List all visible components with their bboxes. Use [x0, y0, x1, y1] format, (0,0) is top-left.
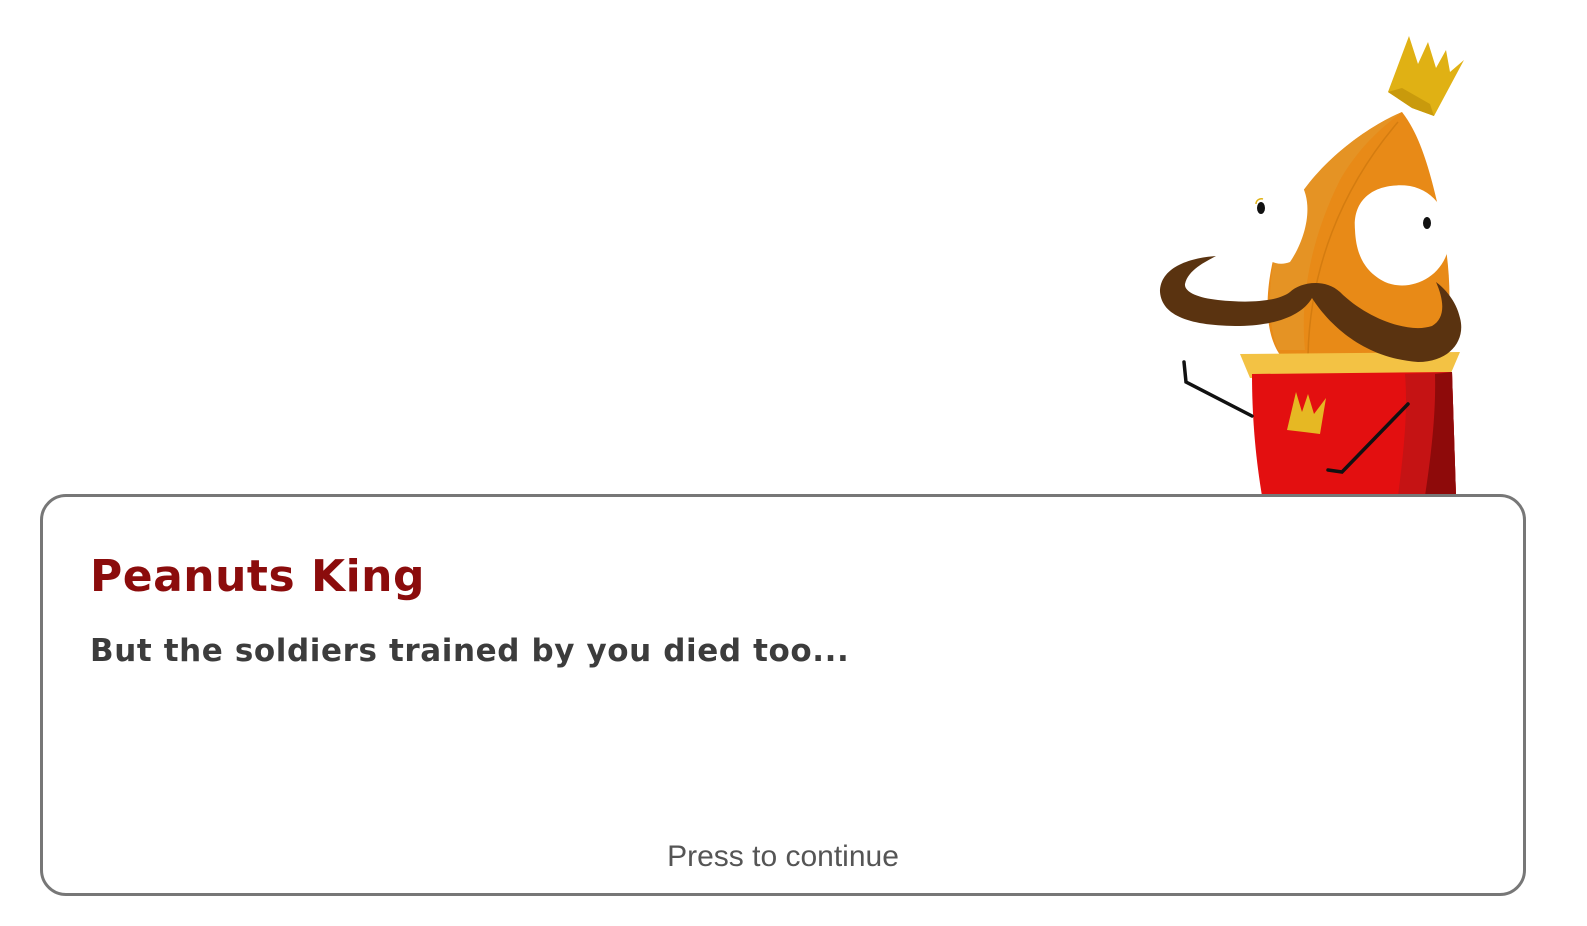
royal-robe — [1252, 372, 1456, 496]
peanut-king-character — [1160, 36, 1464, 496]
dialog-text: But the soldiers trained by you died too… — [90, 633, 850, 669]
dialog-box[interactable]: Peanuts King But the soldiers trained by… — [40, 494, 1526, 896]
continue-prompt[interactable]: Press to continue — [43, 837, 1523, 877]
speaker-name: Peanuts King — [90, 551, 425, 602]
game-screen[interactable]: Peanuts King But the soldiers trained by… — [0, 0, 1587, 926]
crown-icon — [1388, 36, 1464, 116]
